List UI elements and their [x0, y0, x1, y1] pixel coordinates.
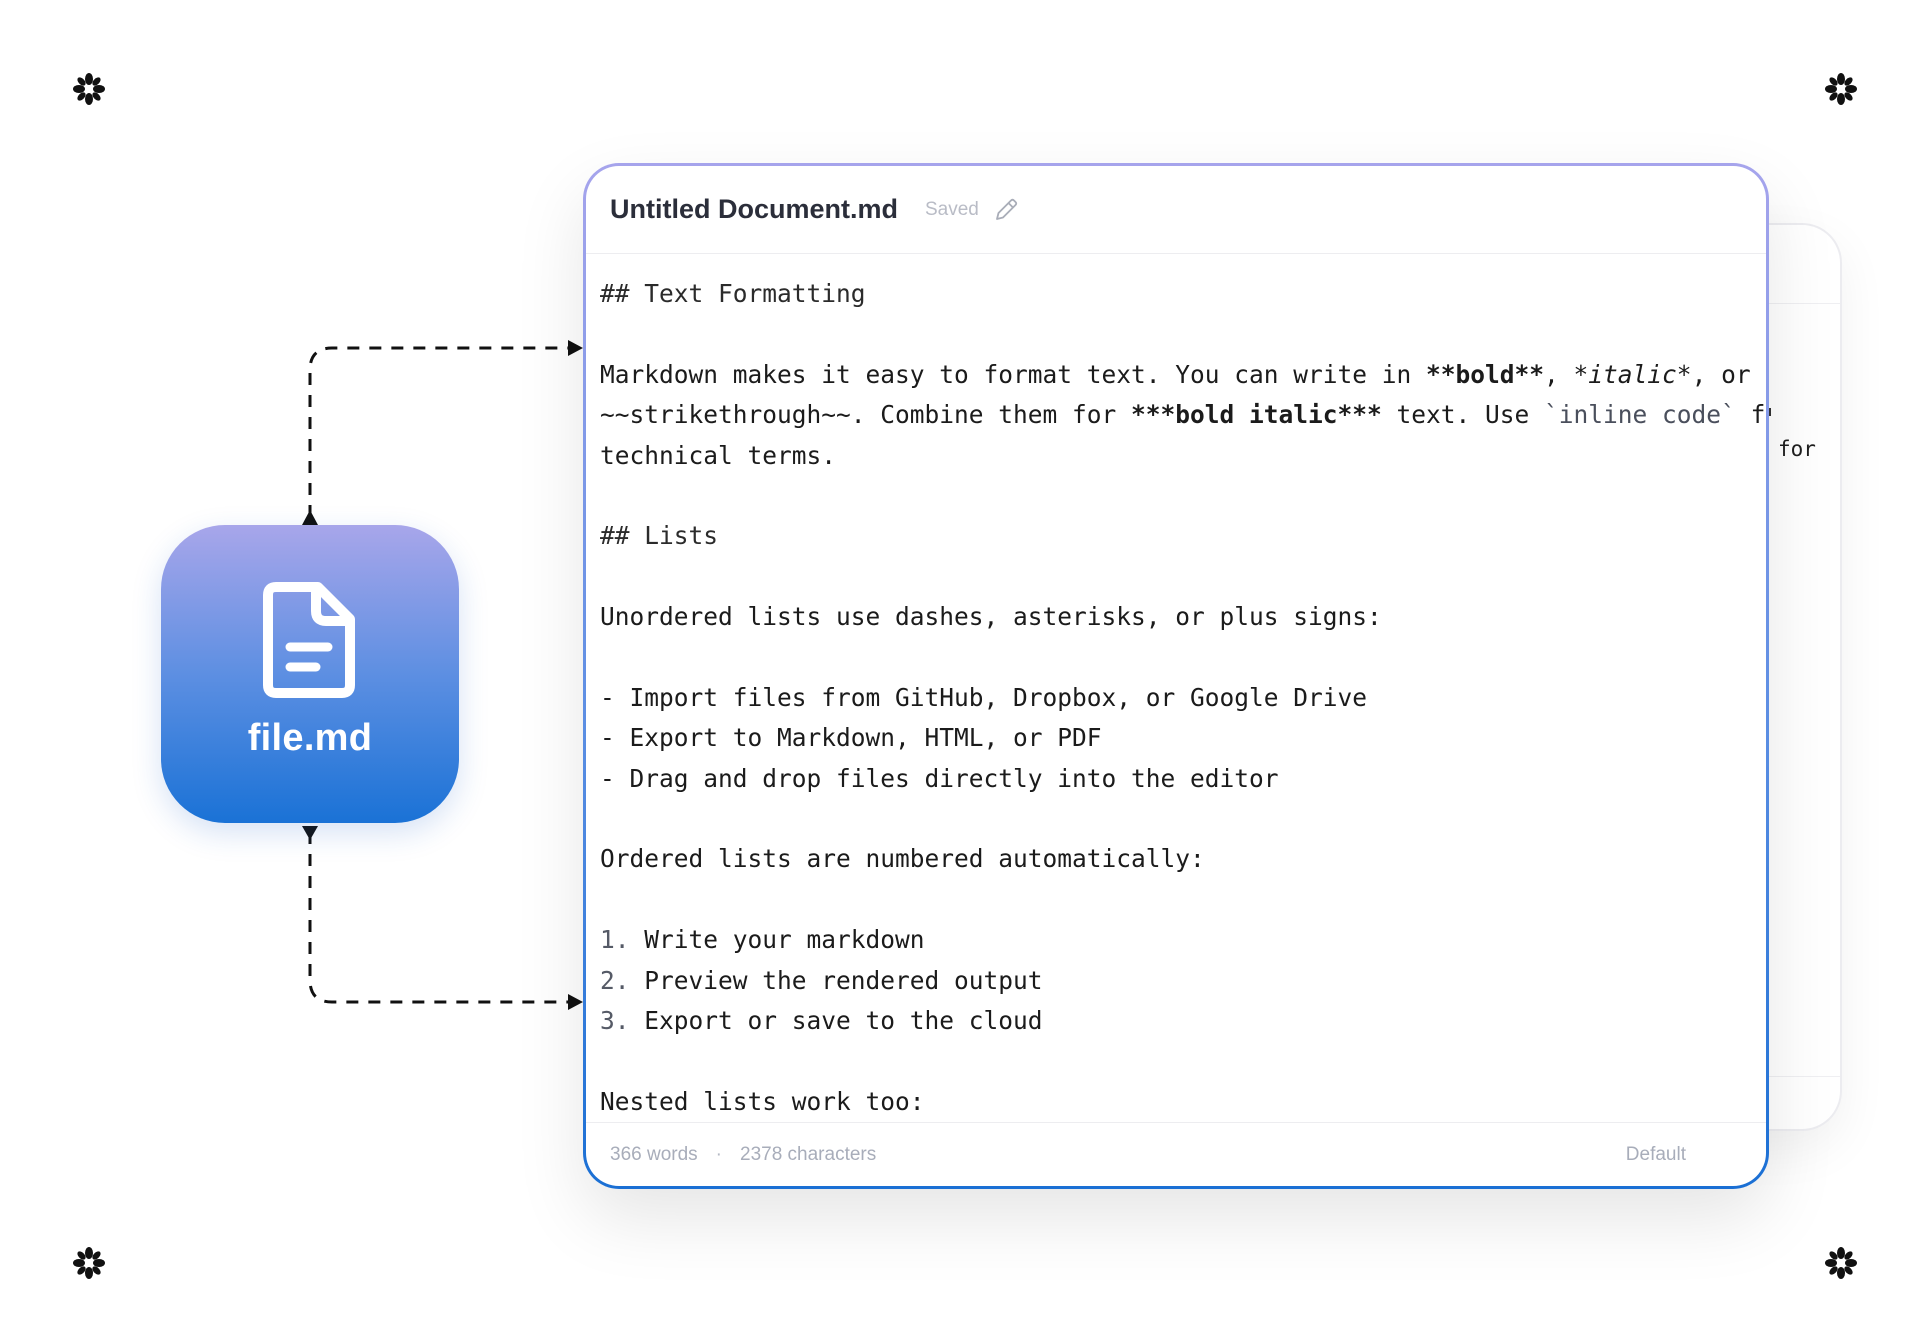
list-item: - Import files from GitHub, Dropbox, or … [600, 682, 1368, 712]
character-count: 2378 characters [740, 1143, 877, 1165]
bold-text-run: **bold** [1426, 359, 1545, 389]
document-icon [262, 581, 358, 699]
text-run: Markdown makes it easy to format text. Y… [600, 359, 1427, 389]
background-window-text-fragment [1769, 408, 1771, 416]
text-run: , [1544, 359, 1574, 389]
editor-line: Markdown makes it easy to format text. Y… [600, 355, 1752, 395]
list-item-text: Export or save to the cloud [629, 1006, 1043, 1036]
ordered-list-item: 2. Preview the rendered output [600, 961, 1752, 1001]
corner-flower-icon [71, 1245, 107, 1281]
editor-line: Ordered lists are numbered automatically… [600, 844, 1205, 874]
inline-code-run: `inline code` [1544, 400, 1736, 430]
file-name-label: file.md [247, 717, 373, 759]
editor-line: ## Lists [600, 521, 719, 551]
markdown-editor[interactable]: ## Text Formatting Markdown makes it eas… [586, 254, 1766, 1122]
corner-flower-icon [1823, 1245, 1859, 1281]
save-status: Saved [925, 198, 979, 220]
editor-panel: Untitled Document.md Saved ## Text Forma… [586, 166, 1766, 1186]
text-run: for [1750, 400, 1766, 430]
corner-flower-icon [1823, 71, 1859, 107]
text-run: ~~strikethrough~~. Combine them for [600, 400, 1132, 430]
document-title[interactable]: Untitled Document.md [610, 194, 898, 225]
list-number: 2. [600, 965, 630, 995]
editor-window: Untitled Document.md Saved ## Text Forma… [583, 163, 1769, 1189]
editor-line: Nested lists work too: [600, 1086, 925, 1116]
ordered-list-item: 1. Write your markdown [600, 920, 1752, 960]
text-run: , or [1691, 359, 1751, 389]
word-count: 366 words [610, 1143, 698, 1165]
list-number: 3. [600, 1006, 630, 1036]
theme-selector[interactable]: Default [1626, 1144, 1686, 1166]
bold-italic-text-run: ***bold italic*** [1131, 400, 1382, 430]
list-item: - Drag and drop files directly into the … [600, 763, 1279, 793]
corner-flower-icon [71, 71, 107, 107]
list-item-text: Write your markdown [629, 925, 925, 955]
pencil-icon[interactable] [993, 197, 1019, 223]
editor-line: Unordered lists use dashes, asterisks, o… [600, 602, 1382, 632]
canvas: for file.md Untitled Document.md Saved #… [0, 0, 1920, 1320]
background-window-text: for [1778, 437, 1816, 461]
editor-line: ## Text Formatting [600, 279, 866, 308]
footer-separator: · [715, 1143, 722, 1165]
ordered-list-item: 3. Export or save to the cloud [600, 1001, 1752, 1041]
text-run: text. Use [1381, 400, 1545, 430]
editor-header: Untitled Document.md Saved [586, 166, 1766, 254]
list-number: 1. [600, 925, 630, 955]
italic-text-run: *italic* [1573, 359, 1692, 389]
editor-line: technical terms. [600, 440, 837, 470]
list-item-text: Preview the rendered output [629, 965, 1043, 995]
editor-line: ~~strikethrough~~. Combine them for ***b… [600, 395, 1766, 435]
markdown-file-tile[interactable]: file.md [161, 525, 459, 823]
editor-status-bar: 366 words · 2378 characters Default [586, 1122, 1766, 1186]
list-item: - Export to Markdown, HTML, or PDF [600, 723, 1102, 753]
